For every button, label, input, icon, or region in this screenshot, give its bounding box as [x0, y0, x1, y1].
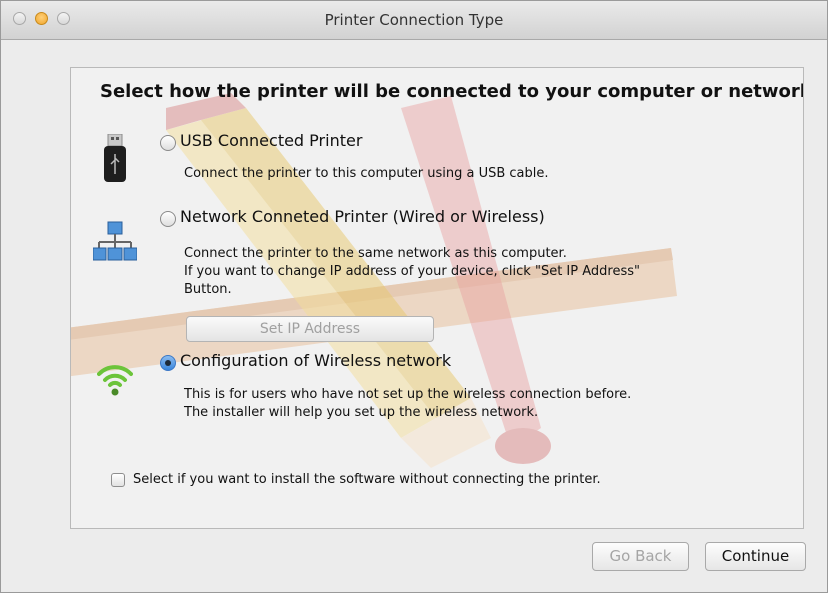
install-without-printer-label[interactable]: Select if you want to install the softwa…	[133, 472, 601, 487]
install-without-printer-checkbox[interactable]	[111, 473, 125, 487]
title-bar: Printer Connection Type	[1, 1, 827, 40]
network-printer-label[interactable]: Network Conneted Printer (Wired or Wirel…	[180, 207, 545, 226]
network-printer-description-line-1: Connect the printer to the same network …	[184, 246, 567, 261]
page-heading: Select how the printer will be connected…	[100, 81, 804, 102]
network-printer-description-line-3: Button.	[184, 282, 232, 297]
go-back-button[interactable]: Go Back	[592, 542, 689, 571]
wireless-config-description-line-1: This is for users who have not set up th…	[184, 387, 632, 402]
wireless-config-radio[interactable]	[160, 355, 176, 371]
window-title: Printer Connection Type	[324, 11, 504, 29]
continue-button[interactable]: Continue	[705, 542, 806, 571]
network-icon	[92, 220, 138, 268]
dialog-window: Printer Connection Type Select how the p…	[0, 0, 828, 593]
usb-printer-radio[interactable]	[160, 135, 176, 151]
usb-icon	[102, 133, 128, 188]
network-printer-description-line-2: If you want to change IP address of your…	[184, 264, 640, 279]
set-ip-address-button[interactable]: Set IP Address	[186, 316, 434, 342]
wifi-icon	[97, 358, 133, 402]
wireless-config-label[interactable]: Configuration of Wireless network	[180, 351, 451, 370]
radio-selected-dot	[165, 360, 171, 366]
network-printer-radio[interactable]	[160, 211, 176, 227]
usb-printer-label[interactable]: USB Connected Printer	[180, 131, 362, 150]
connection-options-panel: Select how the printer will be connected…	[70, 67, 804, 529]
wireless-config-description-line-2: The installer will help you set up the w…	[184, 405, 539, 420]
usb-printer-description: Connect the printer to this computer usi…	[184, 166, 549, 181]
